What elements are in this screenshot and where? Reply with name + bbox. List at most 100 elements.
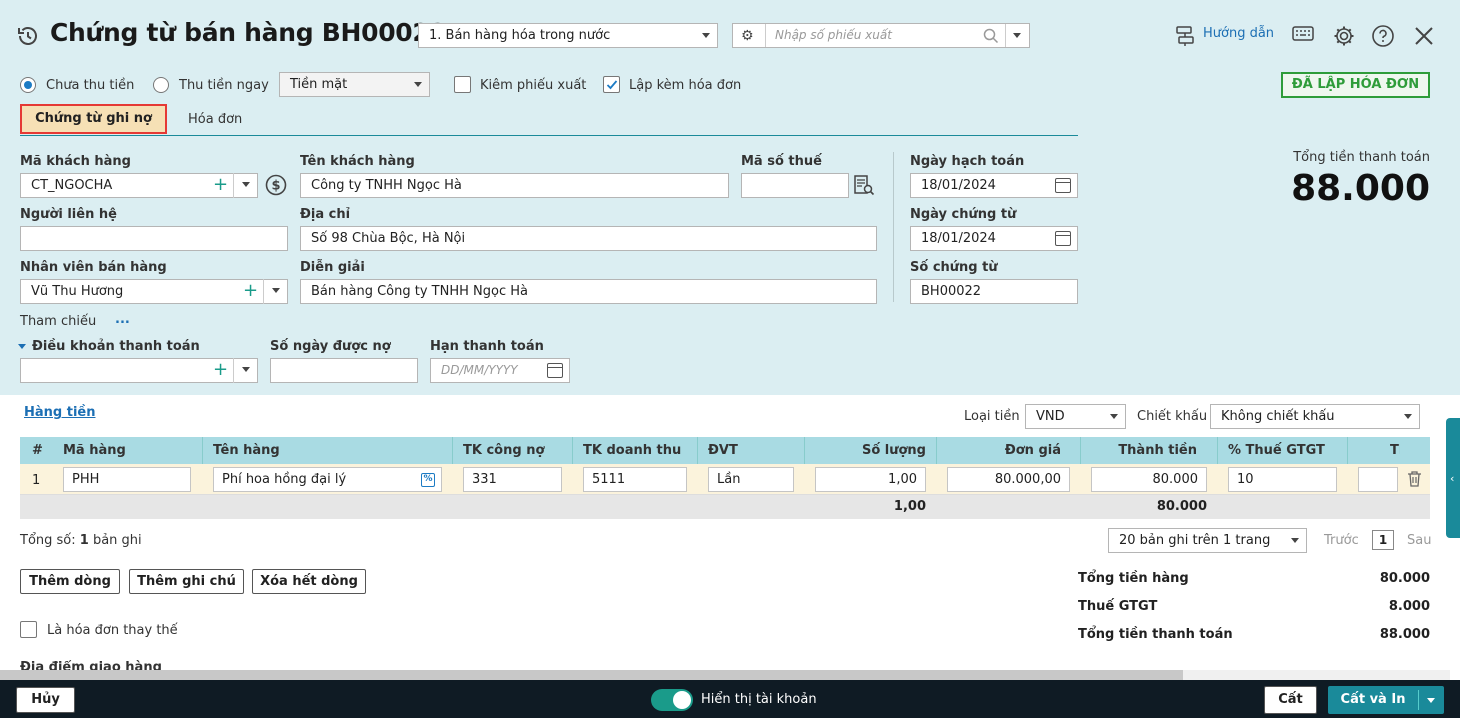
col-debt-account[interactable]: TK công nợ [453, 437, 544, 464]
add-row-button[interactable]: Thêm dòng [20, 569, 120, 594]
discount-select[interactable]: Không chiết khấu [1210, 404, 1420, 429]
chevron-down-icon [1427, 698, 1435, 703]
page-size-select[interactable]: 20 bản ghi trên 1 trang [1108, 528, 1307, 553]
chevron-down-icon[interactable] [1013, 33, 1021, 38]
keyboard-icon[interactable] [1292, 26, 1314, 44]
customer-dropdown-button[interactable] [233, 173, 257, 198]
export-search-input[interactable]: Nhập số phiếu xuất [775, 28, 892, 42]
col-truncated[interactable]: Ti [1380, 437, 1400, 464]
with-invoice-checkbox[interactable] [603, 76, 620, 93]
add-note-button[interactable]: Thêm ghi chú [129, 569, 244, 594]
revenue-account-cell[interactable]: 5111 [583, 467, 687, 492]
add-customer-icon[interactable]: + [213, 176, 228, 194]
description-label: Diễn giải [300, 260, 365, 275]
save-print-button[interactable]: Cất và In [1328, 686, 1418, 714]
voucher-date-field[interactable]: 18/01/2024 [910, 226, 1078, 251]
col-vat-rate[interactable]: % Thuế GTGT [1218, 437, 1325, 464]
item-code-cell[interactable]: PHH [63, 467, 191, 492]
export-slip-checkbox[interactable] [454, 76, 471, 93]
voucher-no-field[interactable]: BH00022 [910, 279, 1078, 304]
col-no: # [32, 443, 43, 458]
help-icon[interactable] [1371, 24, 1395, 48]
goods-money-link[interactable]: Hàng tiền [24, 405, 95, 420]
voucher-date-value: 18/01/2024 [921, 231, 996, 246]
col-revenue-account[interactable]: TK doanh thu [573, 437, 681, 464]
vat-rate-cell[interactable]: 10 [1228, 467, 1337, 492]
with-invoice-label: Lập kèm hóa đơn [629, 78, 742, 93]
horizontal-scrollbar[interactable] [0, 670, 1450, 680]
goods-total-label: Tổng tiền hàng [1078, 571, 1189, 586]
side-panel-handle[interactable]: ‹ [1446, 418, 1460, 538]
guide-icon[interactable] [1174, 25, 1196, 47]
cancel-button[interactable]: Hủy [16, 687, 75, 713]
history-icon[interactable] [16, 24, 40, 48]
save-button[interactable]: Cất [1264, 686, 1317, 714]
close-icon[interactable] [1413, 25, 1435, 47]
due-date-placeholder: DD/MM/YYYY [441, 363, 518, 377]
contact-field[interactable] [20, 226, 288, 251]
customer-name-field[interactable]: Công ty TNHH Ngọc Hà [300, 173, 729, 198]
currency-select[interactable]: VND [1025, 404, 1126, 429]
export-slip-search[interactable]: ⚙ Nhập số phiếu xuất [732, 23, 1030, 48]
customer-name-label: Tên khách hàng [300, 154, 415, 169]
gear-icon[interactable] [1332, 24, 1356, 48]
search-icon[interactable] [983, 28, 999, 44]
payment-terms-dropdown-button[interactable] [233, 358, 257, 383]
trash-icon[interactable] [1407, 471, 1422, 487]
due-date-field[interactable]: DD/MM/YYYY [430, 358, 570, 383]
payment-method-select[interactable]: Tiền mặt [279, 72, 430, 97]
tab-invoice[interactable]: Hóa đơn [188, 112, 242, 127]
add-payment-terms-icon[interactable]: + [213, 361, 228, 379]
tab-debit-voucher[interactable]: Chứng từ ghi nợ [20, 104, 167, 134]
posting-date-field[interactable]: 18/01/2024 [910, 173, 1078, 198]
col-item-name[interactable]: Tên hàng [203, 437, 280, 464]
quantity-cell[interactable]: 1,00 [815, 467, 926, 492]
description-field[interactable]: Bán hàng Công ty TNHH Ngọc Hà [300, 279, 877, 304]
next-page-button[interactable]: Sau [1407, 533, 1431, 548]
col-unit[interactable]: ĐVT [698, 437, 738, 464]
credit-days-field[interactable] [270, 358, 418, 383]
col-quantity[interactable]: Số lượng [805, 437, 936, 464]
chevron-down-icon [1291, 538, 1299, 543]
delivery-place-row: Địa điểm giao hàng [20, 660, 320, 670]
amount-cell[interactable]: 80.000 [1091, 467, 1207, 492]
percent-icon[interactable]: % [421, 473, 435, 487]
col-unit-price[interactable]: Đơn giá [937, 437, 1071, 464]
salesperson-dropdown-button[interactable] [263, 279, 287, 304]
calendar-icon[interactable] [1055, 178, 1071, 193]
col-item-code[interactable]: Mã hàng [53, 437, 126, 464]
tax-code-field[interactable] [741, 173, 849, 198]
collapse-icon[interactable] [18, 344, 26, 349]
calendar-icon[interactable] [1055, 231, 1071, 246]
settings-icon[interactable]: ⚙ [741, 28, 754, 44]
item-name-cell[interactable]: Phí hoa hồng đại lý % [213, 467, 442, 492]
replacement-invoice-checkbox[interactable] [20, 621, 37, 638]
reference-more-link[interactable]: ... [115, 312, 130, 327]
truncated-cell[interactable] [1358, 467, 1398, 492]
payment-total-value: 88.000 [1379, 627, 1430, 642]
calendar-icon[interactable] [547, 363, 563, 378]
unit-price-cell[interactable]: 80.000,00 [947, 467, 1070, 492]
col-amount[interactable]: Thành tiền [1081, 437, 1207, 464]
show-accounts-toggle[interactable] [651, 689, 693, 711]
dollar-icon[interactable]: $ [265, 174, 287, 196]
help-link[interactable]: Hướng dẫn [1203, 26, 1274, 41]
delete-all-rows-button[interactable]: Xóa hết dòng [252, 569, 366, 594]
goods-total-value: 80.000 [1379, 571, 1430, 586]
debt-account-cell[interactable]: 331 [463, 467, 562, 492]
chevron-down-icon [242, 367, 250, 372]
prev-page-button[interactable]: Trước [1324, 533, 1359, 548]
current-page[interactable]: 1 [1372, 530, 1394, 550]
add-salesperson-icon[interactable]: + [243, 282, 258, 300]
scrollbar-thumb[interactable] [0, 670, 1183, 680]
salesperson-value: Vũ Thu Hương [31, 284, 124, 299]
address-field[interactable]: Số 98 Chùa Bộc, Hà Nội [300, 226, 877, 251]
discount-label: Chiết khấu [1137, 409, 1208, 424]
radio-paid-now[interactable] [153, 77, 169, 93]
sale-type-select[interactable]: 1. Bán hàng hóa trong nước [418, 23, 718, 48]
unit-cell[interactable]: Lần [708, 467, 794, 492]
save-print-dropdown[interactable] [1419, 686, 1444, 714]
tax-lookup-icon[interactable] [853, 174, 875, 196]
chevron-down-icon [1110, 414, 1118, 419]
radio-unpaid[interactable] [20, 77, 36, 93]
